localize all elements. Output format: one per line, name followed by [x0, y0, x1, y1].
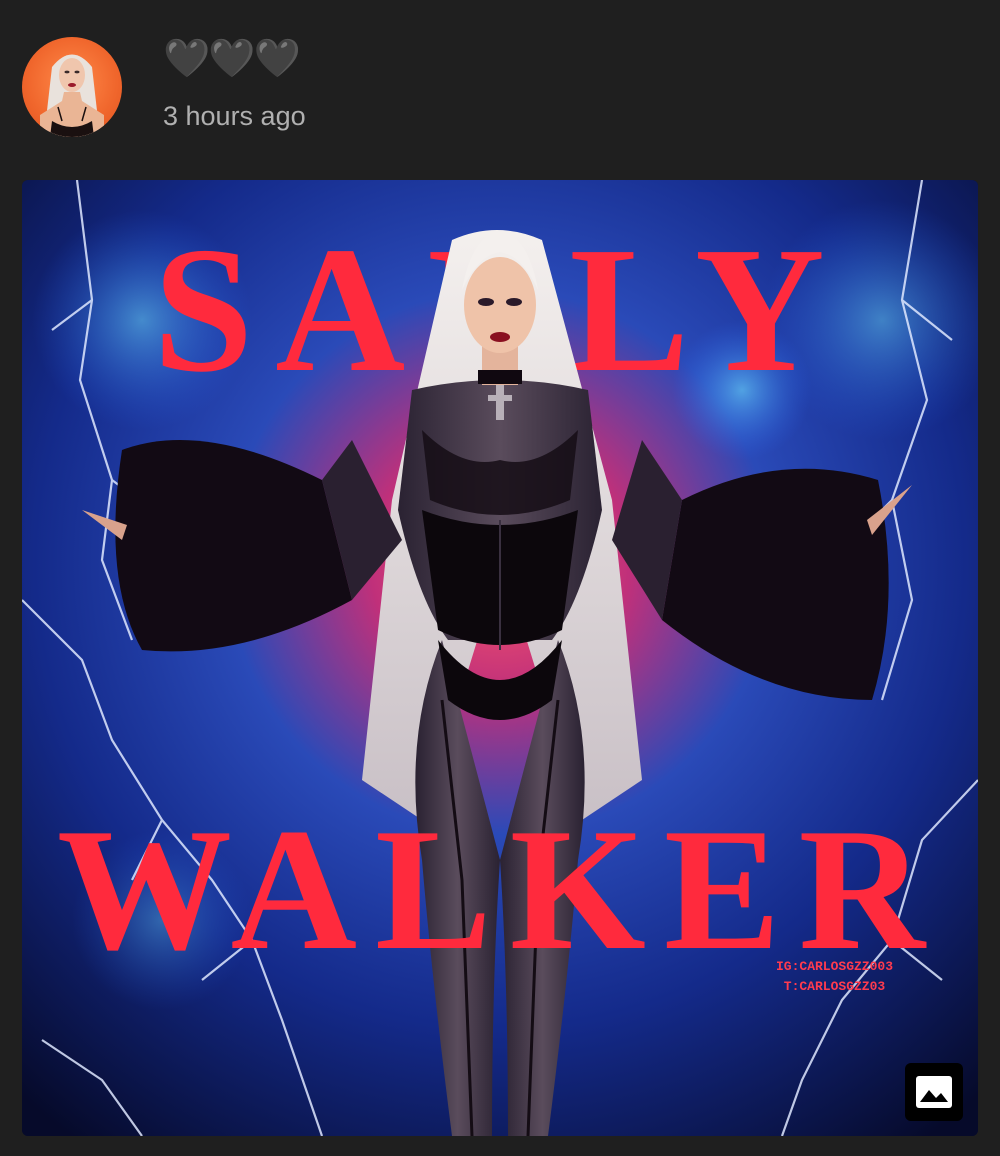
gallery-button[interactable]: [905, 1063, 963, 1121]
post-timestamp: 3 hours ago: [163, 101, 306, 131]
artist-credit-twitter: T:CARLOSGZZ03: [783, 979, 886, 994]
artist-credit-instagram: IG:CARLOSGZZ003: [775, 959, 894, 974]
post-image[interactable]: SALLY: [22, 180, 978, 1136]
post-card: 🖤🖤🖤 3 hours ago WALKER IG:CARLOSGZZ003 T…: [0, 0, 1000, 1156]
avatar-portrait: [40, 54, 104, 137]
reaction-hearts: 🖤🖤🖤: [163, 36, 301, 80]
image-icon: [916, 1076, 952, 1108]
artwork-title-bottom: WALKER: [57, 792, 943, 986]
user-avatar[interactable]: [22, 37, 122, 137]
post-header: 🖤🖤🖤 3 hours ago: [0, 0, 1000, 170]
